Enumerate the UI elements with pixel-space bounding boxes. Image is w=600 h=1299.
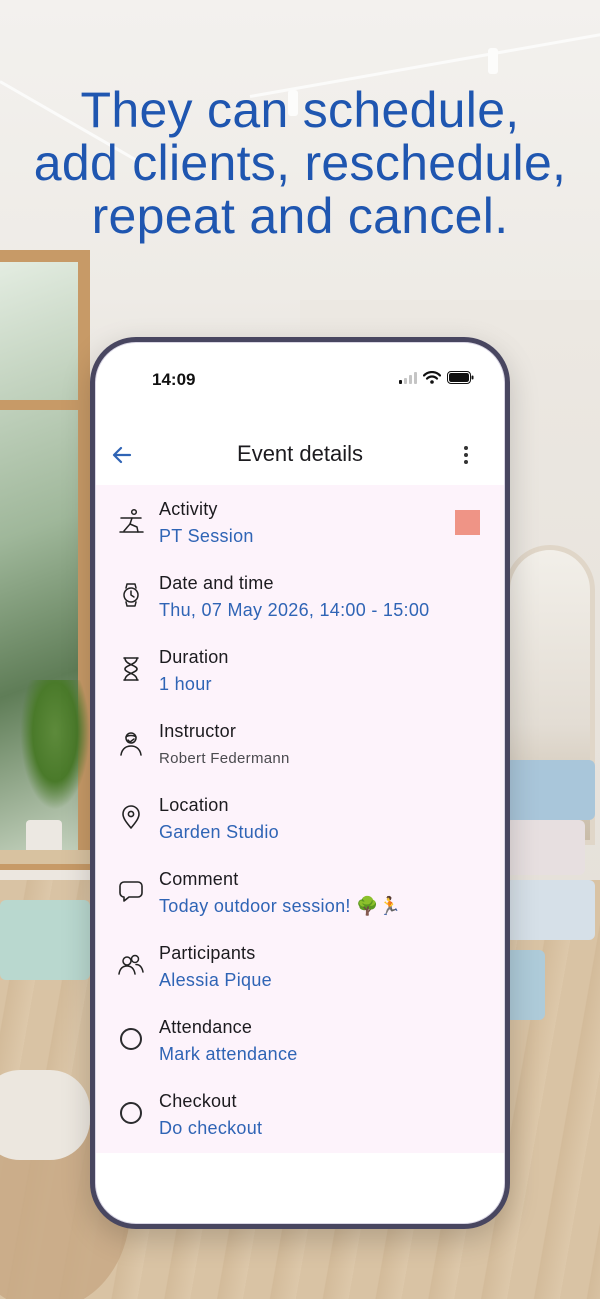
headline-line-3: repeat and cancel. [91,188,509,244]
pilates-chair [0,900,90,980]
detail-label: Duration [159,647,229,667]
watch-icon [116,580,146,610]
reformer-machine [505,760,595,820]
headline-line-2: add clients, reschedule, [33,135,567,191]
phone-screen: 14:09 Event details Activity PT Session … [95,342,505,1224]
circle-icon [120,1028,142,1050]
detail-row-activity[interactable]: Activity PT Session [96,485,504,559]
do-checkout-link[interactable]: Do checkout [159,1118,262,1139]
detail-label: Activity [159,499,218,519]
window-frame-bar [0,400,85,410]
detail-label: Date and time [159,573,274,593]
mark-attendance-link[interactable]: Mark attendance [159,1044,298,1065]
plant [20,680,90,810]
detail-row-participants[interactable]: Participants Alessia Pique [96,929,504,1003]
reformer-machine [505,880,595,940]
marketing-headline: They can schedule, add clients, reschedu… [0,84,600,243]
detail-label: Participants [159,943,256,963]
more-vertical-icon [464,446,468,450]
battery-icon [447,371,474,384]
detail-value[interactable]: Alessia Pique [159,970,272,991]
instructor-icon [116,728,146,758]
page-title: Event details [237,441,363,466]
event-details-list: Activity PT Session Date and time Thu, 0… [96,485,504,1153]
detail-label: Attendance [159,1017,253,1037]
status-bar: 14:09 [96,343,504,413]
more-options-button[interactable] [456,442,476,468]
detail-row-duration[interactable]: Duration 1 hour [96,633,504,707]
detail-label: Instructor [159,721,237,741]
status-time: 14:09 [152,370,196,389]
detail-value[interactable]: Garden Studio [159,822,279,843]
phone-frame: 14:09 Event details Activity PT Session … [90,337,510,1229]
attendance-checkbox[interactable] [116,1024,146,1054]
reformer-machine [505,820,585,875]
detail-value[interactable]: 1 hour [159,674,212,695]
detail-row-instructor[interactable]: Instructor Robert Federmann [96,707,504,781]
circle-icon [120,1102,142,1124]
app-bar: Event details [96,425,504,485]
detail-row-date-time[interactable]: Date and time Thu, 07 May 2026, 14:00 - … [96,559,504,633]
detail-row-comment[interactable]: Comment Today outdoor session! 🌳🏃 [96,855,504,929]
hourglass-icon [116,654,146,684]
detail-value[interactable]: PT Session [159,526,254,547]
reformer-machine [505,950,545,1020]
cushion [0,1070,90,1160]
detail-value: Robert Federmann [159,750,290,767]
detail-row-checkout[interactable]: Checkout Do checkout [96,1077,504,1151]
yoga-pose-icon [116,506,146,536]
detail-label: Comment [159,869,239,889]
status-icons [399,371,474,384]
side-table [0,850,95,864]
headline-line-1: They can schedule, [80,82,520,138]
activity-color-swatch [455,510,480,535]
ceiling-spotlight [488,48,498,74]
location-pin-icon [116,802,146,832]
checkout-checkbox[interactable] [116,1098,146,1128]
cellular-signal-icon [399,371,417,384]
detail-label: Checkout [159,1091,237,1111]
detail-value[interactable]: Thu, 07 May 2026, 14:00 - 15:00 [159,600,429,621]
comment-icon [116,876,146,906]
detail-row-attendance[interactable]: Attendance Mark attendance [96,1003,504,1077]
wifi-icon [423,371,441,384]
detail-value[interactable]: Today outdoor session! 🌳🏃 [159,896,401,917]
detail-row-location[interactable]: Location Garden Studio [96,781,504,855]
detail-label: Location [159,795,229,815]
participants-icon [116,950,146,980]
